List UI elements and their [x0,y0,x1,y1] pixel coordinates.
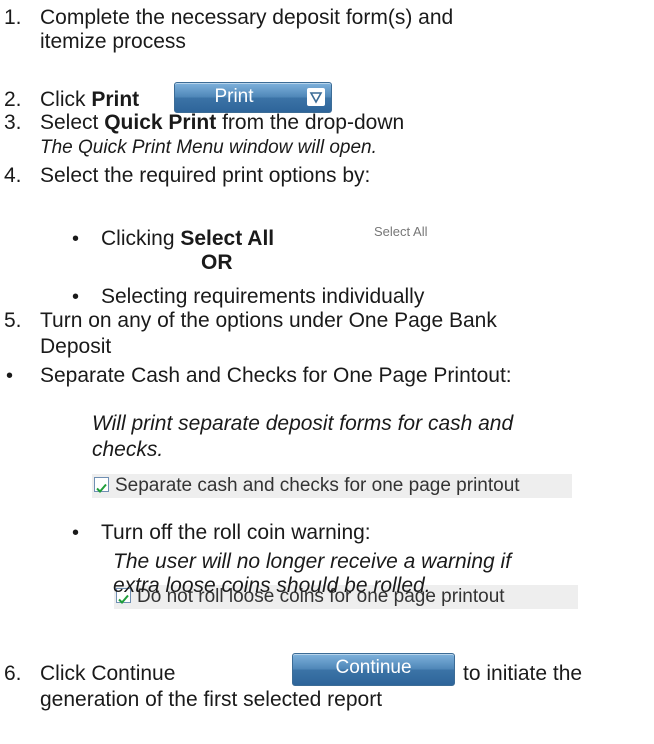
step-6-text-cont: generation of the first selected report [40,688,383,711]
step-3-note: The Quick Print Menu window will open. [40,137,377,158]
option-individual-text: Selecting requirements individually [101,285,425,308]
step-6-number: 6. [4,662,22,685]
separate-cash-note: Will print separate deposit forms for ca… [92,412,514,435]
option-1-pre: Clicking [101,227,181,250]
option-1-bold: Select All [180,227,275,250]
step-1-number: 1. [4,6,22,29]
step-2-bold: Print [91,88,140,111]
step-1-text: Complete the necessary deposit form(s) a… [40,6,454,29]
step-2-pre: Click [40,88,92,111]
step-4-number: 4. [4,164,22,187]
step-3-number: 3. [4,111,22,134]
step-3-pre: Select [40,111,105,134]
roll-coin-text: Turn off the roll coin warning: [101,521,371,544]
bullet-icon: • [6,365,14,387]
print-button[interactable]: Print [174,82,332,113]
dropdown-arrow-icon [307,88,325,106]
separate-cash-note-cont: checks. [92,438,164,461]
print-button-label: Print [214,86,254,107]
checkbox-checked-icon[interactable] [94,477,109,493]
bullet-icon: • [72,228,80,250]
separate-cash-checkbox-row[interactable]: Separate cash and checks for one page pr… [92,474,572,498]
step-5-number: 5. [4,309,22,332]
bullet-icon: • [72,522,80,544]
step-4-text: Select the required print options by: [40,164,371,187]
step-1-text-cont: itemize process [40,30,186,53]
step-5-text-cont: Deposit [40,335,112,358]
step-2-text: Click Print [40,88,139,112]
step-2-number: 2. [4,88,22,111]
step-6-text: Click Continue [40,662,176,685]
step-6-text-post: to initiate the [463,662,583,685]
select-all-button[interactable]: Select All [374,224,427,239]
step-3-post: from the drop-down [216,111,405,134]
roll-coin-note-cont: extra loose coins should be rolled. [113,574,431,597]
continue-button-label: Continue [335,657,412,678]
roll-coin-note: The user will no longer receive a warnin… [113,550,512,573]
separate-cash-text: Separate Cash and Checks for One Page Pr… [40,364,512,387]
continue-button[interactable]: Continue [292,653,455,686]
step-5-text: Turn on any of the options under One Pag… [40,309,497,332]
or-label: OR [201,251,233,274]
bullet-icon: • [72,286,80,308]
option-select-all-text: Clicking Select All [101,227,274,251]
separate-cash-checkbox-label: Separate cash and checks for one page pr… [115,475,520,496]
step-3-bold: Quick Print [104,111,217,134]
step-3-text: Select Quick Print from the drop-down [40,111,404,135]
